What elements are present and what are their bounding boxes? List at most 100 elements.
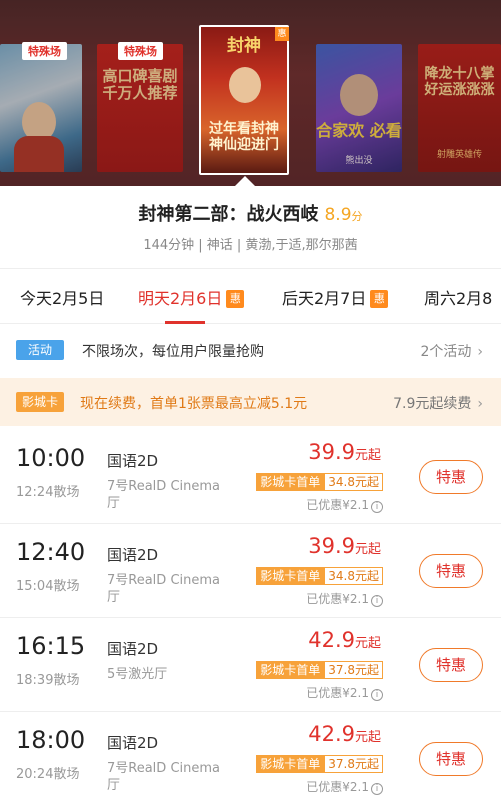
price-value: 42.9: [308, 628, 355, 652]
showtime-row[interactable]: 16:15 18:39散场 国语2D 5号激光厅 42.9元起 影城卡首单 37.…: [0, 618, 501, 712]
card-badge: 影城卡: [16, 392, 64, 412]
end-time: 12:24散场: [16, 485, 80, 500]
special-offer-button[interactable]: 特惠: [419, 460, 483, 494]
price: 42.9元起: [308, 722, 381, 746]
special-badge: 特殊场: [22, 42, 67, 60]
discount: 已优惠¥2.1 i: [306, 496, 383, 513]
price-unit: 元起: [354, 448, 381, 463]
language: 国语2D: [107, 546, 159, 564]
activity-row[interactable]: 活动 不限场次，每位用户限量抢购 2个活动 ›: [0, 324, 501, 374]
special-offer-button[interactable]: 特惠: [419, 742, 483, 776]
card-price: 影城卡首单 34.8元起: [256, 567, 383, 585]
start-time: 16:15: [16, 632, 86, 660]
hall-name: 5号激光厅: [107, 667, 168, 682]
date-tab-label: 周六2月8: [424, 289, 493, 308]
card-price-value: 37.8元起: [324, 661, 383, 679]
info-icon[interactable]: i: [371, 501, 383, 513]
carousel-pointer: [234, 176, 256, 186]
card-price-value: 34.8元起: [324, 567, 383, 585]
price-value: 42.9: [308, 722, 355, 746]
card-renew: 7.9元起续费 ›: [393, 393, 483, 413]
chevron-right-icon: ›: [477, 396, 483, 412]
info-icon[interactable]: i: [371, 689, 383, 701]
poster-2-text: 高口碑喜剧 千万人推荐: [102, 67, 178, 103]
poster-2[interactable]: 高口碑喜剧 千万人推荐: [97, 44, 183, 172]
discount-text: 已优惠¥2.1: [306, 498, 369, 512]
activity-count-text: 2个活动: [420, 344, 472, 360]
hui-badge: 惠: [275, 27, 289, 41]
poster-4-sub: 熊出没: [345, 156, 373, 166]
price-unit: 元起: [354, 636, 381, 651]
activity-text: 不限场次，每位用户限量抢购: [82, 344, 264, 360]
movie-title-text: 封神第二部：战火西岐: [138, 204, 319, 225]
date-tab-saturday[interactable]: 周六2月8: [424, 285, 492, 309]
card-price: 影城卡首单 37.8元起: [256, 755, 383, 773]
price: 39.9元起: [308, 440, 381, 464]
card-price-label: 影城卡首单: [256, 661, 325, 679]
date-tab-label: 后天2月7日: [282, 289, 367, 308]
showtime-row[interactable]: 12:40 15:04散场 国语2D 7号RealD Cinema厅 39.9元…: [0, 524, 501, 618]
special-offer-button[interactable]: 特惠: [419, 554, 483, 588]
movie-title: 封神第二部：战火西岐 8.9分: [0, 200, 501, 226]
language: 国语2D: [107, 640, 159, 658]
info-icon[interactable]: i: [371, 595, 383, 607]
movie-score: 8.9: [324, 205, 352, 225]
showtime-row[interactable]: 10:00 12:24散场 国语2D 7号RealD Cinema厅 39.9元…: [0, 430, 501, 524]
special-offer-button[interactable]: 特惠: [419, 648, 483, 682]
card-renew-text: 7.9元起续费: [393, 396, 472, 412]
card-price-label: 影城卡首单: [256, 755, 325, 773]
discount: 已优惠¥2.1 i: [306, 590, 383, 607]
card-promo-text: 现在续费，首单1张票最高立减5.1元: [80, 396, 308, 412]
price-value: 39.9: [308, 440, 355, 464]
start-time: 12:40: [16, 538, 86, 566]
poster-active[interactable]: 封神 过年看封神 神仙迎进门: [199, 25, 289, 175]
discount-text: 已优惠¥2.1: [306, 592, 369, 606]
hui-badge: 惠: [370, 290, 389, 308]
price: 39.9元起: [308, 534, 381, 558]
discount-text: 已优惠¥2.1: [306, 780, 369, 794]
date-tab-tomorrow[interactable]: 明天2月6日惠: [138, 285, 245, 309]
poster-1[interactable]: [0, 44, 82, 172]
date-tab-label: 今天2月5日: [20, 289, 105, 308]
start-time: 10:00: [16, 444, 86, 472]
end-time: 18:39散场: [16, 673, 80, 688]
movie-score-unit: 分: [351, 210, 363, 223]
end-time: 15:04散场: [16, 579, 80, 594]
language: 国语2D: [107, 452, 159, 470]
card-price-label: 影城卡首单: [256, 473, 325, 491]
card-price: 影城卡首单 37.8元起: [256, 661, 383, 679]
price-value: 39.9: [308, 534, 355, 558]
date-tab-today[interactable]: 今天2月5日: [20, 285, 104, 309]
poster-5-text: 降龙十八掌 好运涨涨涨: [424, 66, 495, 99]
price-unit: 元起: [354, 730, 381, 745]
hall-name: 7号RealD Cinema厅: [107, 479, 220, 511]
card-promo-row[interactable]: 影城卡 现在续费，首单1张票最高立减5.1元 7.9元起续费 ›: [0, 378, 501, 426]
poster-5[interactable]: 降龙十八掌 好运涨涨涨 射雕英雄传: [418, 44, 501, 172]
card-price-label: 影城卡首单: [256, 567, 325, 585]
discount-text: 已优惠¥2.1: [306, 686, 369, 700]
poster-4-text: 合家欢 必看: [316, 121, 402, 140]
special-badge: 特殊场: [118, 42, 163, 60]
date-tabs: 今天2月5日 明天2月6日惠 后天2月7日惠 周六2月8: [0, 268, 501, 324]
discount: 已优惠¥2.1 i: [306, 778, 383, 795]
card-price: 影城卡首单 34.8元起: [256, 473, 383, 491]
activity-badge: 活动: [16, 340, 64, 360]
date-tab-day-after[interactable]: 后天2月7日惠: [282, 285, 389, 309]
hall-name: 7号RealD Cinema厅: [107, 761, 220, 793]
hui-badge: 惠: [226, 290, 245, 308]
movie-meta: 144分钟 | 神话 | 黄渤,于适,那尔那茜: [143, 238, 358, 253]
start-time: 18:00: [16, 726, 86, 754]
chevron-right-icon: ›: [477, 344, 483, 360]
poster-4[interactable]: 合家欢 必看 熊出没: [316, 44, 402, 172]
hall-name: 7号RealD Cinema厅: [107, 573, 220, 605]
price-unit: 元起: [354, 542, 381, 557]
end-time: 20:24散场: [16, 767, 80, 782]
date-tab-label: 明天2月6日: [138, 289, 223, 308]
language: 国语2D: [107, 734, 159, 752]
showtime-row[interactable]: 18:00 20:24散场 国语2D 7号RealD Cinema厅 42.9元…: [0, 712, 501, 800]
card-price-value: 34.8元起: [324, 473, 383, 491]
poster-carousel[interactable]: 特殊场 高口碑喜剧 千万人推荐 特殊场 封神 过年看封神 神仙迎进门 惠 合家欢…: [0, 0, 501, 186]
activity-count: 2个活动 ›: [420, 341, 483, 361]
info-icon[interactable]: i: [371, 783, 383, 795]
poster-5-sub: 射雕英雄传: [436, 150, 482, 160]
